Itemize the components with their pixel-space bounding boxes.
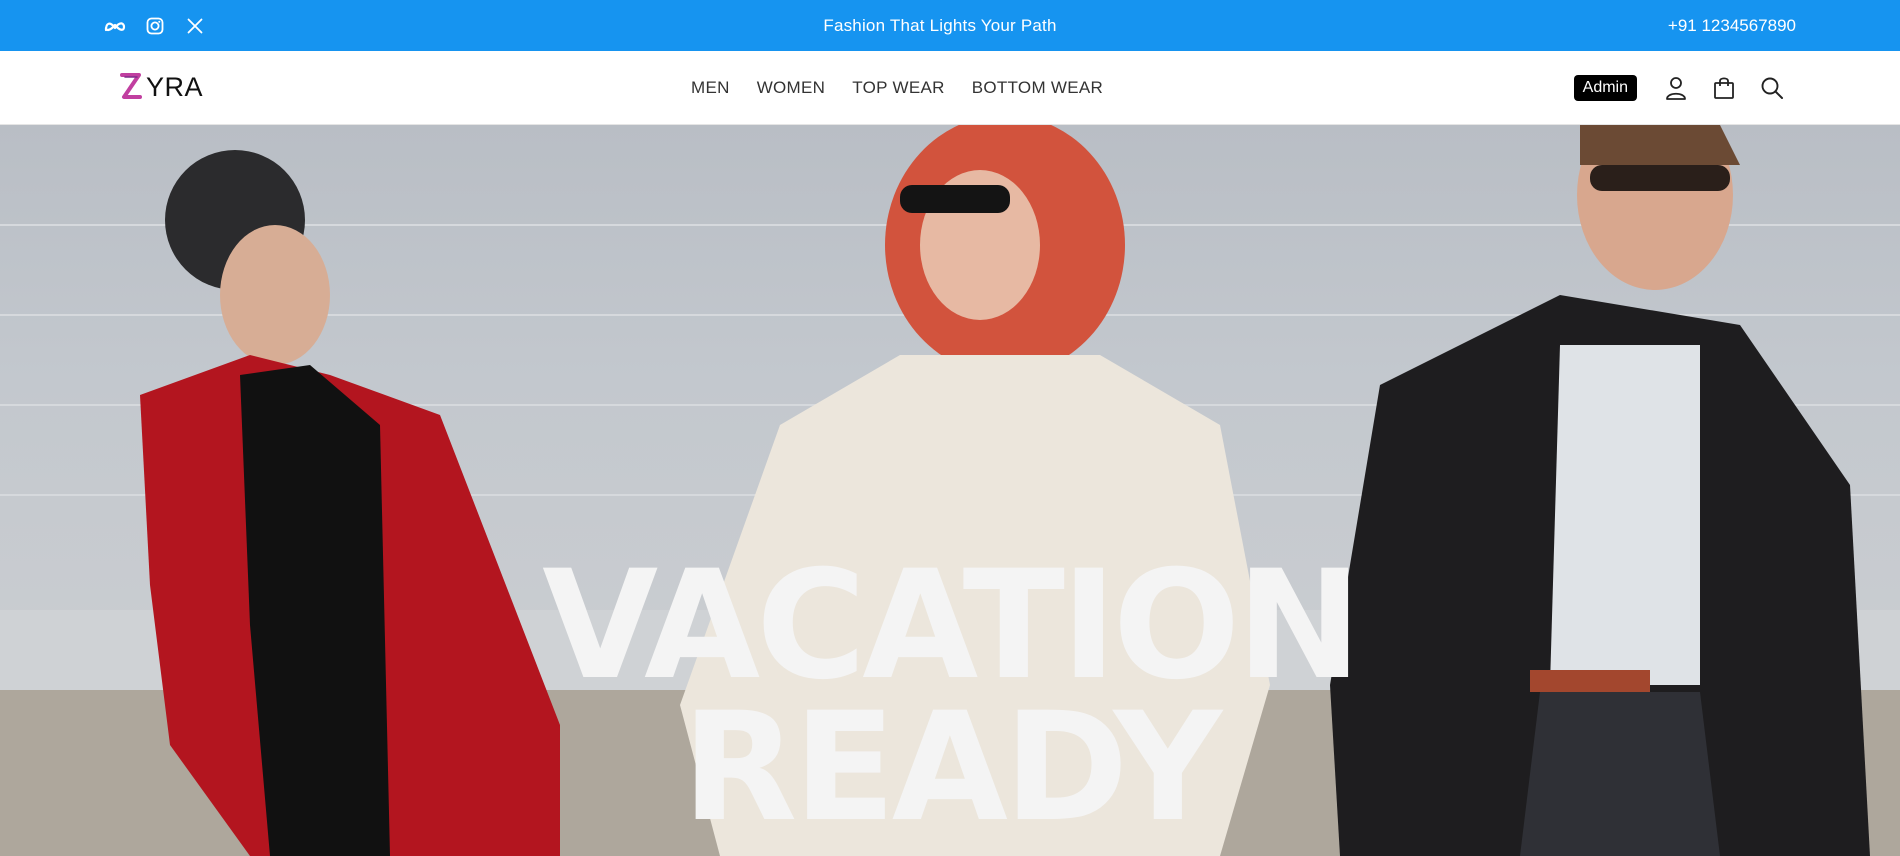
menu-item-women[interactable]: WOMEN <box>757 78 826 98</box>
menu-item-bottom-wear[interactable]: BOTTOM WEAR <box>972 78 1103 98</box>
shopping-bag-icon[interactable] <box>1711 75 1737 101</box>
hero-banner: VACATION READY <box>0 125 1900 856</box>
header-actions: Admin <box>1573 51 1785 125</box>
menu-item-men[interactable]: MEN <box>691 78 730 98</box>
phone-number[interactable]: +91 1234567890 <box>1668 16 1796 36</box>
category-menu: MEN WOMEN TOP WEAR BOTTOM WEAR <box>691 51 1103 125</box>
user-icon[interactable] <box>1663 75 1689 101</box>
logo-mark-icon <box>120 73 142 99</box>
admin-button[interactable]: Admin <box>1573 75 1637 101</box>
main-navbar: YRA MEN WOMEN TOP WEAR BOTTOM WEAR Admin <box>0 51 1900 125</box>
logo[interactable]: YRA <box>118 70 203 104</box>
announcement-bar: Fashion That Lights Your Path +91 123456… <box>0 0 1900 51</box>
menu-item-top-wear[interactable]: TOP WEAR <box>852 78 944 98</box>
tagline: Fashion That Lights Your Path <box>823 15 1057 35</box>
hero-title-line-2: READY <box>681 681 1222 855</box>
search-icon[interactable] <box>1759 75 1785 101</box>
hero-title: VACATION READY <box>0 539 1900 855</box>
logo-text: YRA <box>146 71 204 102</box>
hero-title-line-1: VACATION <box>542 539 1362 713</box>
